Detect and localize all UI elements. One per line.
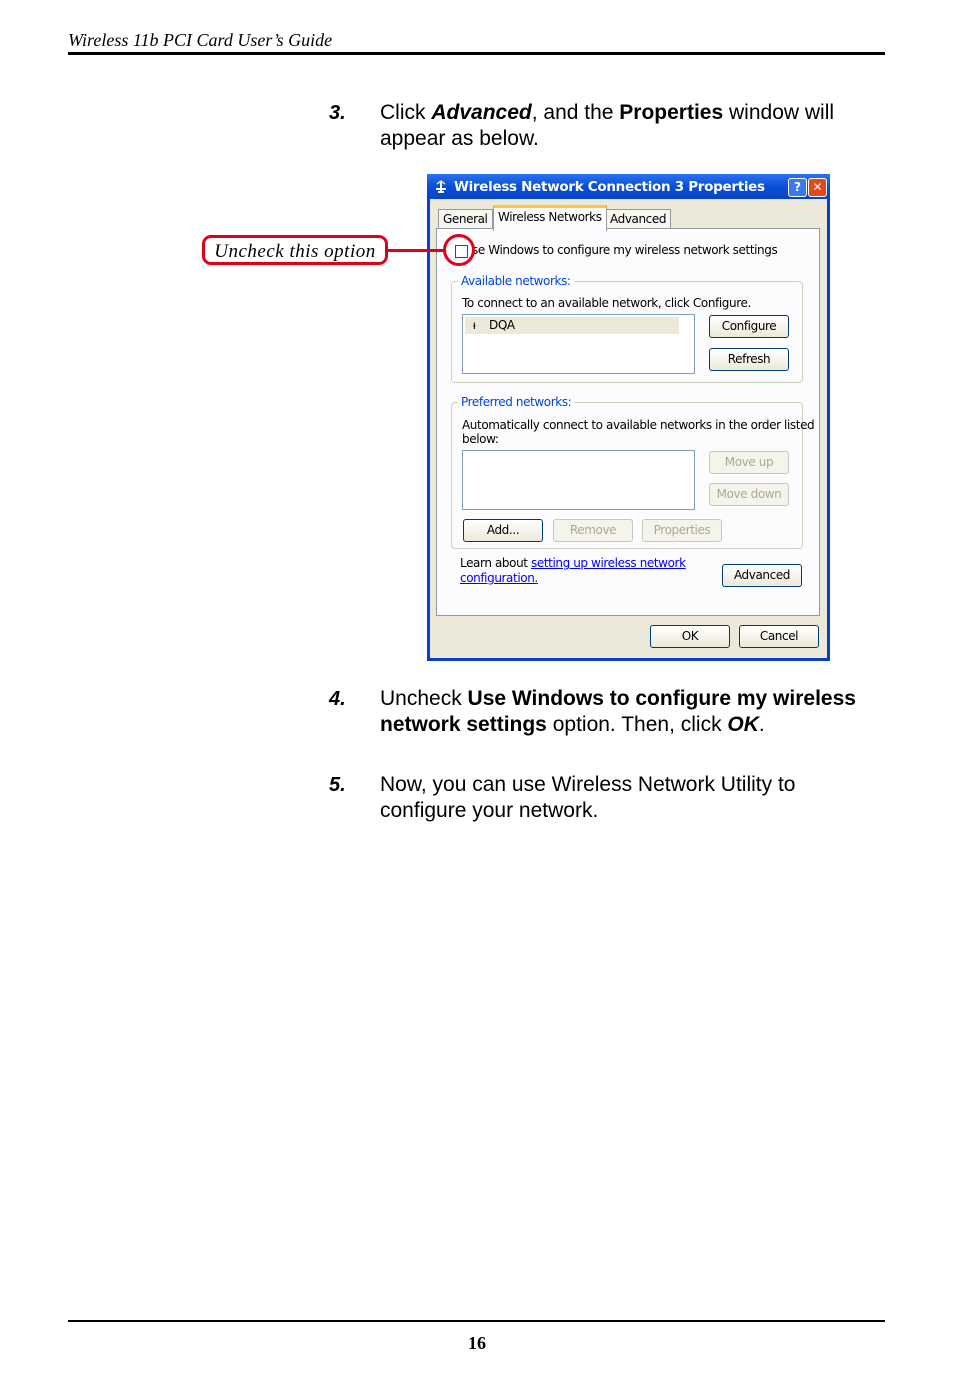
tab-advanced[interactable]: Advanced (605, 209, 672, 229)
callout-text: Uncheck this option (214, 241, 376, 262)
available-networks-group: Available networks: To connect to an ava… (451, 274, 803, 383)
antenna-icon: ᵻ (473, 318, 476, 332)
available-networks-desc: To connect to an available network, clic… (462, 296, 751, 310)
ok-button[interactable]: OK (650, 625, 730, 648)
step-4: 4. Uncheck Use Windows to configure my w… (0, 686, 954, 766)
step-number: 4. (329, 688, 346, 710)
list-item[interactable]: ᵻ DQA (465, 317, 679, 334)
callout-connector (388, 249, 445, 252)
network-icon (433, 179, 449, 195)
callout-highlight-ring (443, 234, 475, 266)
step-bold-ok: OK (727, 713, 759, 736)
preferred-networks-title: Preferred networks: (458, 395, 575, 409)
use-windows-label: se Windows to configure my wireless netw… (472, 243, 778, 257)
learn-prefix: Learn about (460, 556, 531, 570)
network-name: DQA (489, 318, 515, 332)
refresh-button[interactable]: Refresh (709, 348, 789, 371)
preferred-desc-line1: Automatically connect to available netwo… (462, 418, 815, 432)
step-text: . (758, 713, 765, 736)
step-text: option. Then, click (546, 713, 728, 736)
learn-about-text: Learn about setting up wireless network (460, 556, 686, 570)
step-text: Now, you can use Wireless Network Utilit… (380, 773, 796, 822)
step-3: 3. Click Advanced, and the Properties wi… (0, 100, 954, 160)
properties-dialog: Wireless Network Connection 3 Properties… (427, 174, 830, 661)
close-button[interactable]: ✕ (808, 178, 827, 197)
preferred-desc-line2: below: (462, 432, 499, 446)
preferred-networks-group: Preferred networks: Automatically connec… (451, 395, 815, 549)
step-5: 5. Now, you can use Wireless Network Uti… (0, 772, 954, 832)
tab-general[interactable]: General (438, 209, 493, 229)
add-button[interactable]: Add... (463, 519, 543, 542)
callout-box: Uncheck this option (202, 235, 388, 265)
step-bold-properties: Properties (619, 101, 724, 124)
remove-button[interactable]: Remove (553, 519, 633, 542)
preferred-networks-list[interactable] (462, 450, 695, 510)
dialog-titlebar[interactable]: Wireless Network Connection 3 Properties… (427, 174, 830, 199)
cancel-button[interactable]: Cancel (739, 625, 819, 648)
setup-help-link-cont[interactable]: configuration. (460, 571, 538, 585)
move-down-button[interactable]: Move down (709, 483, 789, 506)
dialog-title: Wireless Network Connection 3 Properties (454, 179, 765, 195)
configure-button[interactable]: Configure (709, 315, 789, 338)
available-networks-list[interactable]: ᵻ DQA (462, 314, 695, 374)
step-text: Uncheck (380, 687, 468, 710)
wireless-networks-panel: se Windows to configure my wireless netw… (436, 228, 820, 616)
dialog-client: General Wireless Networks Advanced se Wi… (430, 199, 827, 658)
setup-help-link[interactable]: setting up wireless network (531, 556, 686, 570)
advanced-button[interactable]: Advanced (722, 564, 802, 587)
move-up-button[interactable]: Move up (709, 451, 789, 474)
footer-rule (68, 1320, 885, 1322)
properties-button[interactable]: Properties (642, 519, 722, 542)
tab-wireless-networks[interactable]: Wireless Networks (493, 205, 607, 231)
step-number: 3. (329, 102, 346, 124)
page-number: 16 (468, 1333, 486, 1353)
help-button[interactable]: ? (788, 178, 807, 197)
available-networks-title: Available networks: (458, 274, 574, 288)
step-text: , and the (531, 101, 620, 124)
header-rule (68, 52, 885, 55)
step-bold-advanced: Advanced (431, 101, 532, 124)
step-number: 5. (329, 774, 346, 796)
step-text: Click (380, 101, 432, 124)
page-header: Wireless 11b PCI Card User’s Guide (68, 30, 333, 50)
